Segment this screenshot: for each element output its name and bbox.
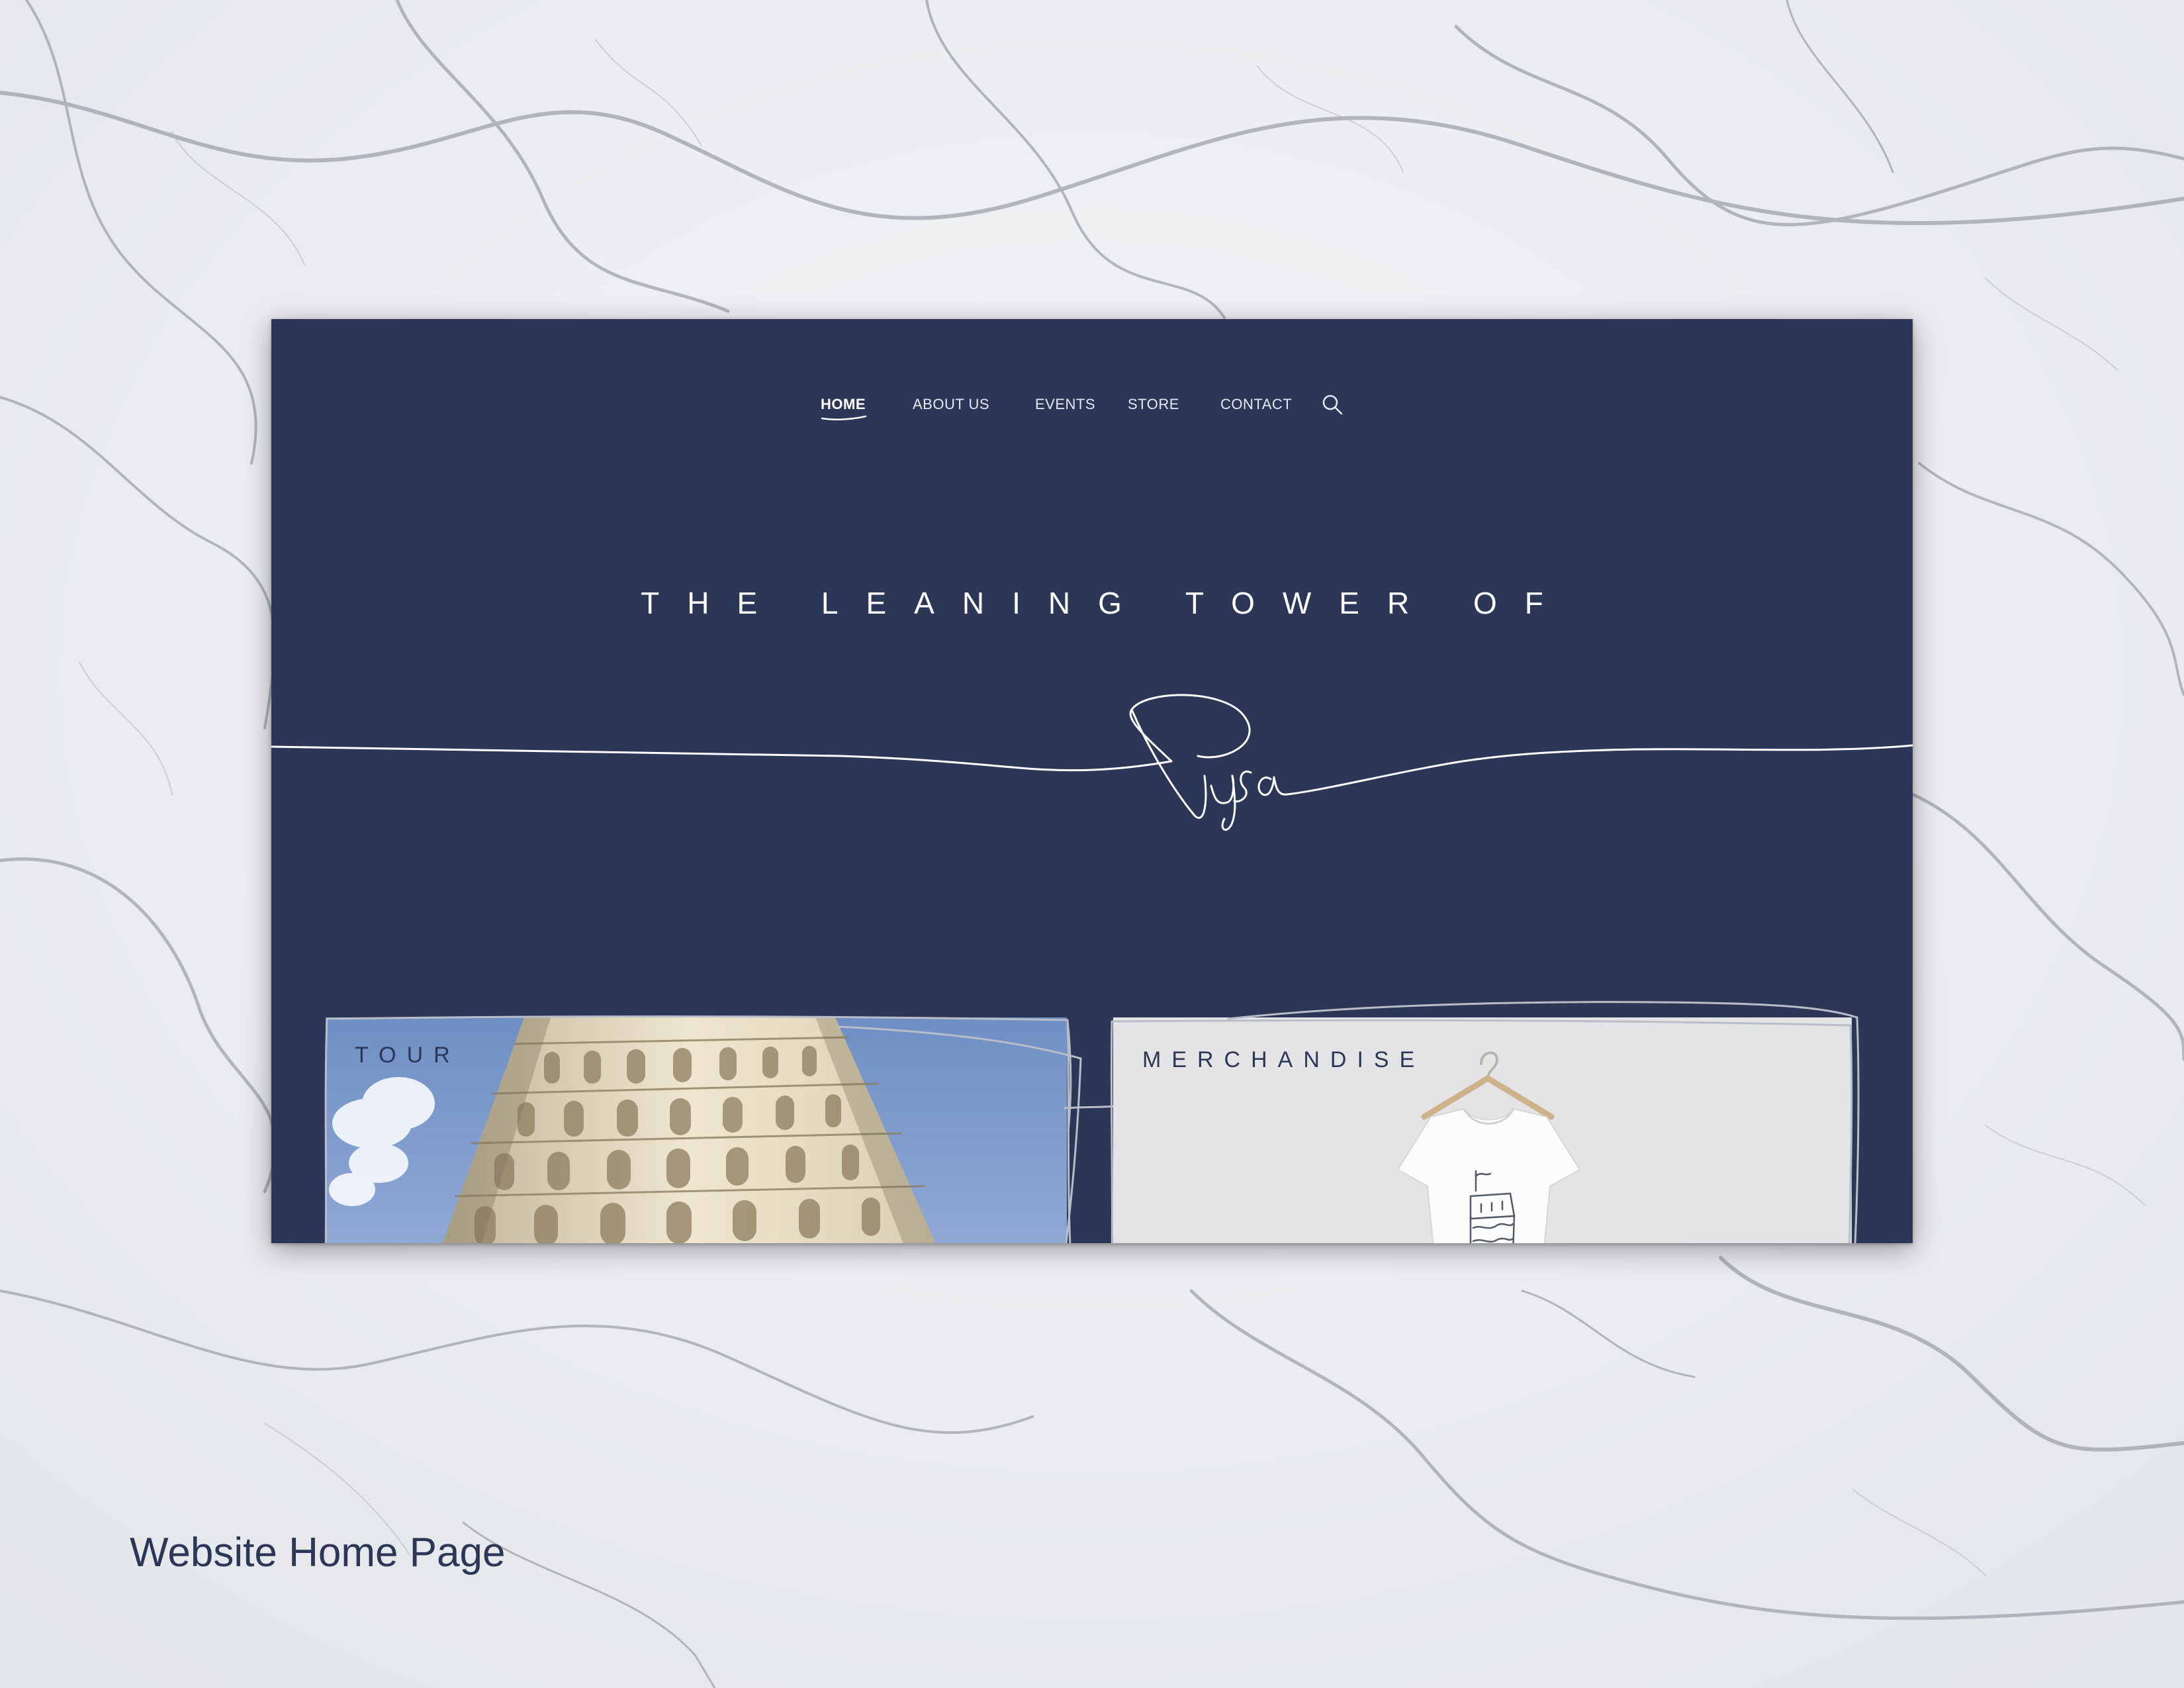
pisa-script-signature [271, 694, 1913, 831]
hero-title: THE LEANING TOWER OF [641, 586, 1571, 620]
nav-item-contact[interactable]: CONTACT [1220, 396, 1292, 413]
nav-item-about-us[interactable]: ABOUT US [913, 396, 989, 413]
merchandise-card[interactable]: MERCHANDISE [1110, 1001, 1860, 1243]
page-caption: Website Home Page [130, 1530, 506, 1575]
nav-item-events[interactable]: EVENTS [1035, 396, 1095, 413]
nav-item-store[interactable]: STORE [1128, 396, 1179, 413]
nav-item-home[interactable]: HOME [821, 396, 866, 413]
tour-card[interactable]: TOUR [324, 1015, 1082, 1243]
merchandise-label: MERCHANDISE [1142, 1047, 1426, 1072]
card-connector-line [1064, 1105, 1117, 1109]
search-icon[interactable] [1321, 393, 1343, 416]
top-navigation: HOME ABOUT US EVENTS STORE CONTACT [271, 319, 1913, 425]
active-nav-underline [821, 415, 867, 420]
website-mockup: HOME ABOUT US EVENTS STORE CONTACT THE L… [271, 319, 1913, 1243]
tour-label: TOUR [355, 1043, 461, 1068]
